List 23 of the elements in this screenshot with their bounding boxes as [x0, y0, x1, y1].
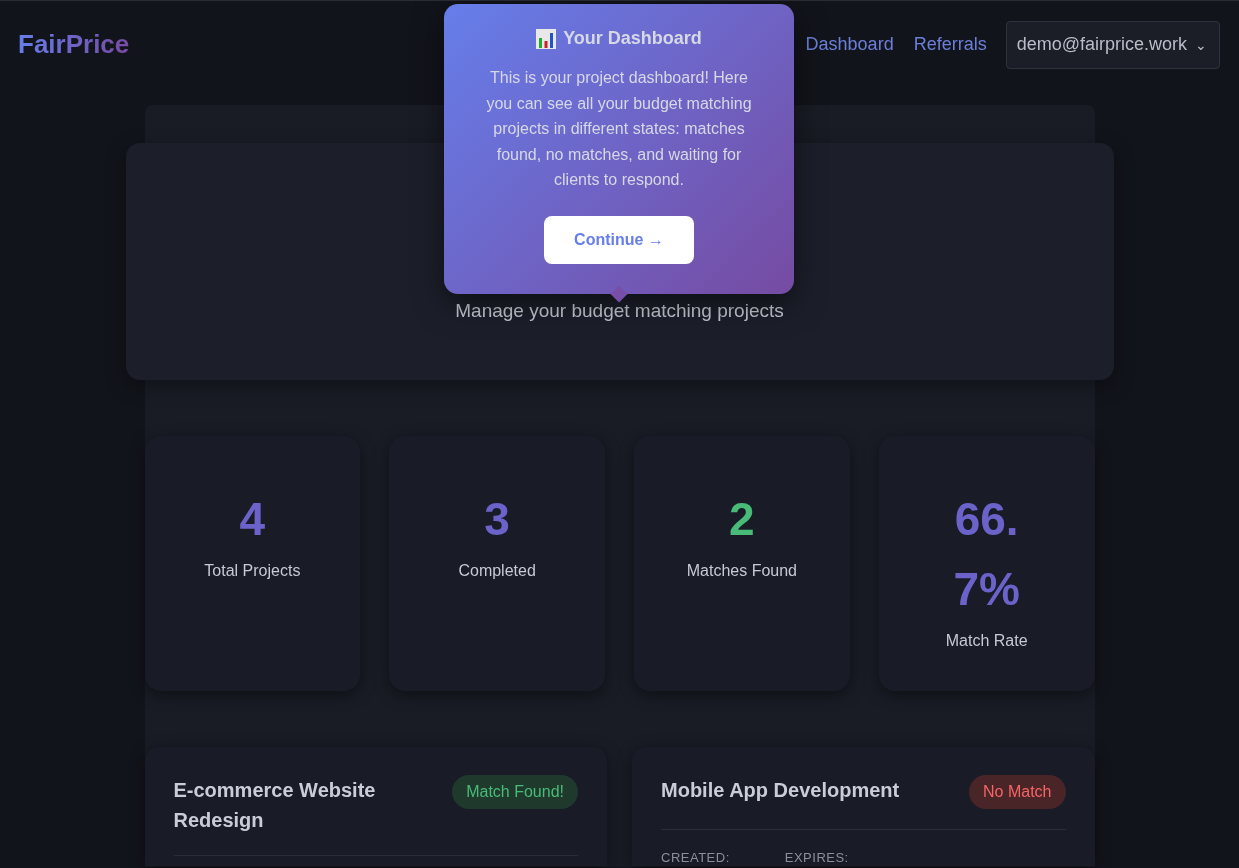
nav-link[interactable]: Referrals — [913, 34, 987, 55]
bar-chart-icon — [536, 28, 557, 49]
project-title: E-commerce Website Redesign — [173, 778, 377, 833]
stat-value: 3 — [483, 492, 511, 547]
nav-link[interactable]: Dashboard — [805, 34, 894, 55]
status-badge: Match Found! — [452, 775, 578, 809]
stat-label: Completed — [458, 562, 536, 580]
stat-label: Matches Found — [686, 562, 797, 580]
stat-value: 2 — [728, 492, 756, 547]
continue-button[interactable]: Continue → — [544, 215, 694, 264]
status-badge: No Match — [969, 775, 1066, 809]
field-label: EXPIRES: — [784, 850, 849, 865]
popover-text: This is your project dashboard! Here you can see all your budget matching projects in different states: matches found, no matches, and waiting for clients to respond. — [485, 68, 753, 190]
account-dropdown[interactable]: demo@fairprice.work ⌄ — [1005, 20, 1220, 69]
popover-title: Your Dashboard — [563, 28, 702, 49]
field-label: CREATED: — [661, 850, 730, 865]
project-title: Mobile App Development — [661, 778, 900, 803]
stat-label: Match Rate — [945, 632, 1028, 650]
caret-icon: ⌄ — [1195, 36, 1207, 53]
page-subtitle: Manage your budget matching projects — [455, 300, 784, 322]
stat-label: Total Projects — [204, 562, 301, 580]
stat-value: 4 — [238, 492, 267, 547]
stat-value: 66.7% — [952, 492, 1021, 617]
